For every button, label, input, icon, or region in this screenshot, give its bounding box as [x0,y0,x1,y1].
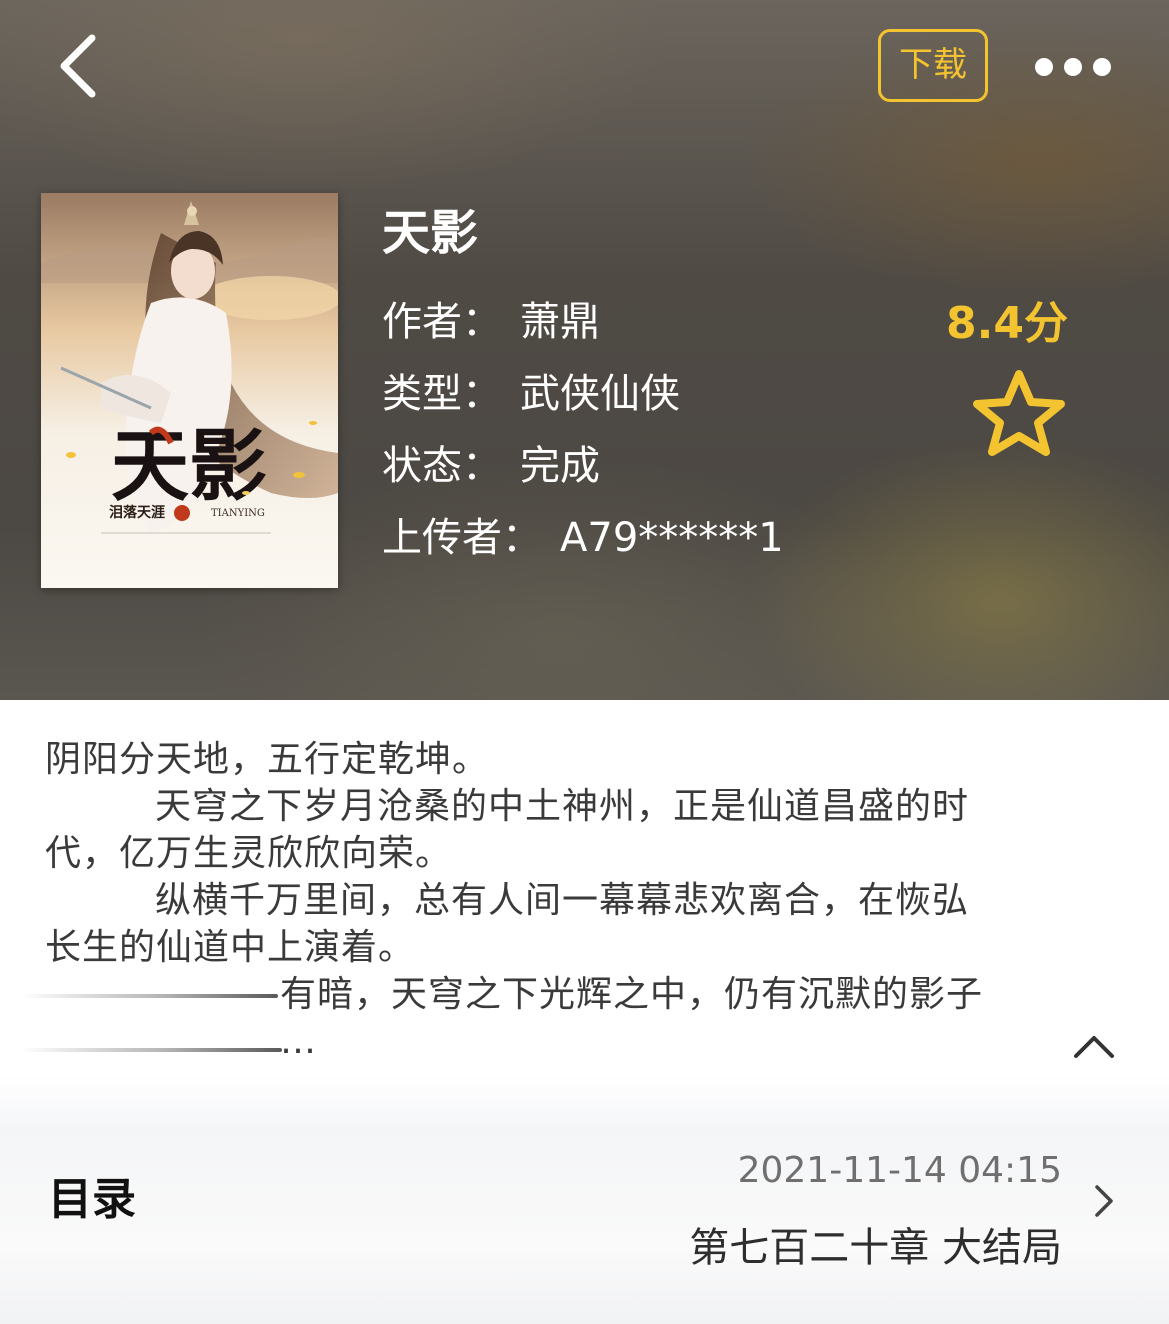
author-row: 作者： 萧鼎 [382,294,600,350]
synopsis-line: 阴阳分天地，五行定乾坤。 [45,739,490,780]
type-value: 武侠仙侠 [520,371,680,417]
chevron-up-icon [1074,1036,1114,1058]
status-value: 完成 [520,443,600,489]
author-value[interactable]: 萧鼎 [520,299,600,345]
toc-latest-chapter: 第七百二十章 大结局 [689,1225,1062,1271]
chevron-left-icon [60,34,96,98]
author-label: 作者： [382,299,502,345]
more-button[interactable] [1030,50,1116,84]
cover-author: 泪落天涯 [109,504,165,521]
synopsis-line: 代，亿万生灵欣欣向荣。 [45,833,453,874]
status-label: 状态： [382,443,502,489]
type-row: 类型： 武侠仙侠 [382,366,680,422]
redaction-mark [20,994,278,998]
synopsis-line: … [280,1021,317,1062]
book-header: 下载 天影 泪落天涯 TIANYING 天影 作者： 萧鼎 类型： 武侠仙侠 状… [0,0,1169,700]
more-horizontal-icon [1035,58,1111,76]
uploader-value: A79******1 [560,515,784,561]
collapse-synopsis-button[interactable] [1070,1030,1118,1064]
download-button[interactable]: 下载 [878,29,988,102]
back-button[interactable] [52,30,112,102]
rating-score: 8.4分 [946,298,1068,349]
redaction-mark [20,1048,282,1052]
book-title: 天影 [382,205,479,261]
cover-pinyin: TIANYING [211,508,265,519]
rate-button[interactable] [964,368,1074,458]
synopsis-line: 长生的仙道中上演着。 [45,927,416,968]
type-label: 类型： [382,371,502,417]
uploader-row: 上传者： A79******1 [382,510,784,566]
synopsis-line: 天穹之下岁月沧桑的中土神州，正是仙道昌盛的时 [155,786,970,827]
cover-title: 天影 [111,421,267,512]
table-of-contents-row[interactable]: 目录 2021-11-14 04:15 第七百二十章 大结局 [0,1130,1169,1324]
book-cover[interactable]: 天影 泪落天涯 TIANYING [41,193,338,588]
chevron-right-icon [1092,1182,1116,1220]
status-row: 状态： 完成 [382,438,600,494]
toc-label: 目录 [48,1174,136,1225]
book-cover-illustration: 天影 泪落天涯 TIANYING [41,193,338,588]
synopsis-line: 纵横千万里间，总有人间一幕幕悲欢离合，在恢弘 [155,880,970,921]
uploader-label: 上传者： [382,515,542,561]
star-outline-icon [973,370,1065,456]
section-divider [0,1075,1169,1135]
book-synopsis: 阴阳分天地，五行定乾坤。 天穹之下岁月沧桑的中土神州，正是仙道昌盛的时 代，亿万… [45,736,1045,1065]
toc-updated-time: 2021-11-14 04:15 [737,1150,1062,1191]
